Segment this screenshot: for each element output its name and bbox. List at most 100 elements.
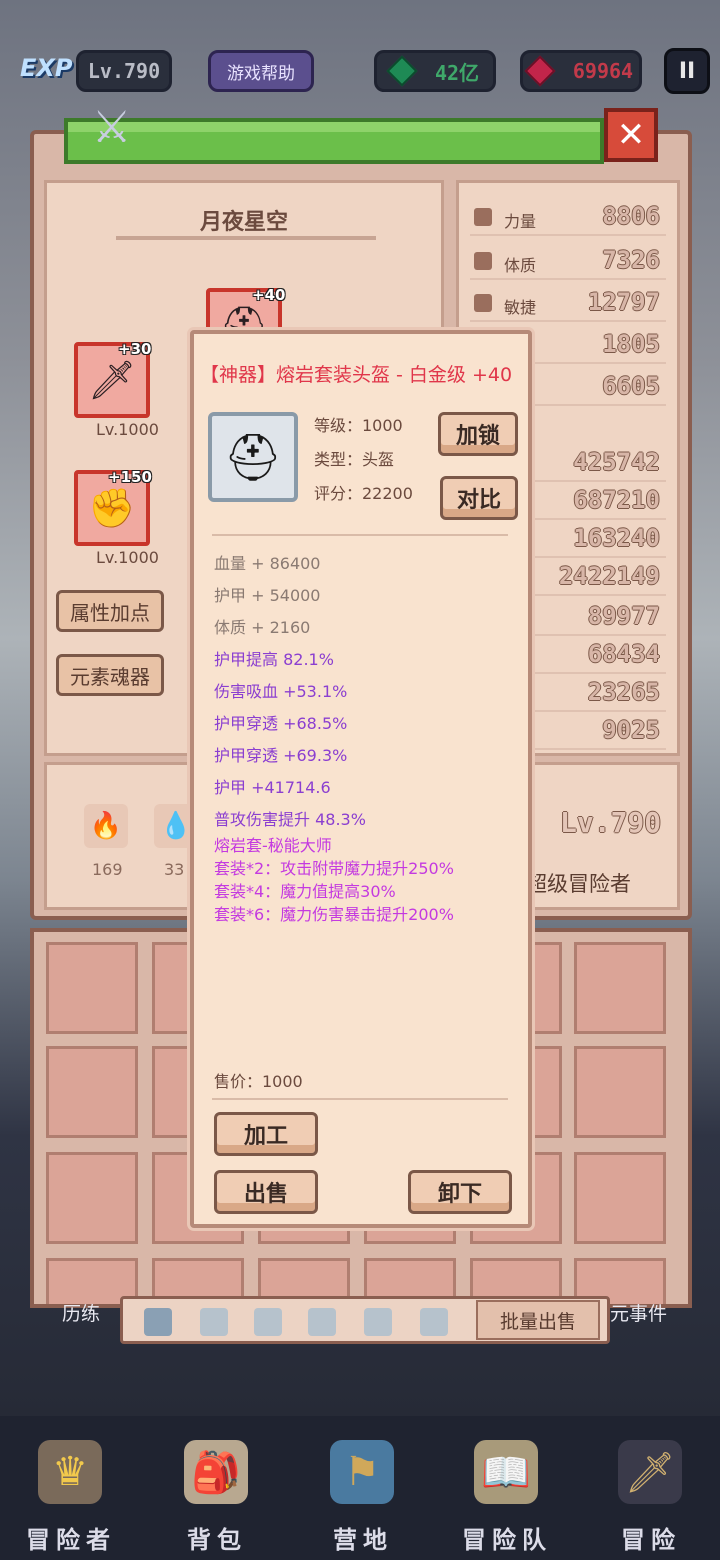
lock-button[interactable]: 加锁 [438,412,518,456]
ruby-counter: 69964 [520,50,642,92]
gloves-enhance: +150 [108,468,152,486]
ruby-icon [524,55,556,87]
stat-value: 425742 [573,448,660,476]
heart-icon [474,252,492,270]
tab-weapon-icon[interactable] [144,1308,172,1336]
item-score: 评分：22200 [314,484,413,503]
game-help-button[interactable]: 游戏帮助 [208,50,314,92]
book-icon: 📖 [474,1440,538,1504]
stat-value: 687210 [573,486,660,514]
inventory-cell[interactable] [574,1152,666,1244]
bonus-attr: 护甲穿透 +68.5% [214,714,348,733]
stat-value: 12797 [587,288,660,316]
bonus-attr: 护甲 +41714.6 [214,778,331,797]
nav-label: 冒险者 [26,1526,116,1554]
stat-name: 敏捷 [504,298,537,317]
tab-ring-icon[interactable] [420,1308,448,1336]
set-attr: 套装*6：魔力伤害暴击提升200% [214,905,454,924]
bulk-sell-button[interactable]: 批量出售 [476,1300,600,1340]
side-tab-left[interactable]: 历练 [62,1292,100,1332]
stat-row: 力量 8806 [470,200,666,236]
compare-button[interactable]: 对比 [440,476,518,520]
nav-team[interactable]: 📖 冒险队 [442,1420,562,1556]
bonus-attr: 护甲穿透 +69.3% [214,746,348,765]
stat-name: 体质 [504,256,537,275]
gauntlet-icon: ✊ [88,485,136,530]
nav-backpack[interactable]: 🎒 背包 [152,1420,272,1556]
sell-button[interactable]: 出售 [214,1170,318,1214]
process-button[interactable]: 加工 [214,1112,318,1156]
base-attr: 血量 + 86400 [214,554,321,573]
gloves-level: Lv.1000 [96,548,159,567]
item-title: 【神器】熔岩套装头盔 - 白金级 +40 [200,364,513,386]
backpack-icon: 🎒 [184,1440,248,1504]
exp-icon: EXP [20,54,73,82]
base-attr: 体质 + 2160 [214,618,311,637]
tab-helmet-icon[interactable] [254,1308,282,1336]
water-element-count: 33 [164,860,185,879]
hero-level: Lv.790 [560,806,662,839]
helmet-item-icon: ⛑ [208,412,298,502]
crown-icon: ♛ [38,1440,102,1504]
banner-icon: ⚑ [330,1440,394,1504]
stat-value: 8806 [602,202,660,230]
item-type: 类型：头盔 [314,450,395,469]
close-button[interactable]: ✕ [604,108,658,162]
crossed-swords-icon: ⚔ [92,102,132,153]
side-tab-right[interactable]: 元事件 [610,1292,667,1332]
inventory-cell[interactable] [574,942,666,1034]
inventory-cell[interactable] [46,942,138,1034]
sword-icon: 🗡 [87,357,137,402]
stat-value: 1805 [602,330,660,358]
nav-label: 背包 [187,1526,247,1554]
weapon-level: Lv.1000 [96,420,159,439]
attribute-points-button[interactable]: 属性加点 [56,590,164,632]
panel-header-bar [64,118,604,164]
boot-icon [474,294,492,312]
unequip-button[interactable]: 卸下 [408,1170,512,1214]
bonus-attr: 护甲提高 82.1% [214,650,334,669]
set-name-divider [116,236,376,240]
pause-button[interactable]: II [664,48,710,94]
stat-row: 敏捷 12797 [470,286,666,322]
nav-label: 营地 [333,1526,393,1554]
inventory-cell[interactable] [46,1046,138,1138]
stat-value: 163240 [573,524,660,552]
set-name: 月夜星空 [199,210,288,235]
divider [212,534,508,536]
tab-armor-icon[interactable] [200,1308,228,1336]
stat-value: 6605 [602,372,660,400]
player-level: Lv.790 [76,50,172,92]
weapon-enhance: +30 [118,340,152,358]
divider [212,1098,508,1100]
ruby-value: 69964 [572,59,634,83]
set-attr: 套装*4：魔力值提高30% [214,882,396,901]
nav-camp[interactable]: ⚑ 营地 [298,1420,418,1556]
nav-adventure[interactable]: 🗡 冒险 [586,1420,706,1556]
item-level: 等级：1000 [314,416,403,435]
set-attr: 套装*2：攻击附带魔力提升250% [214,859,454,878]
sword-nav-icon: 🗡 [618,1440,682,1504]
tab-pants-icon[interactable] [364,1308,392,1336]
stat-value: 7326 [602,246,660,274]
inventory-cell[interactable] [46,1152,138,1244]
stat-value: 2422149 [558,562,660,590]
base-attr: 护甲 + 54000 [214,586,321,605]
nav-label: 冒险 [621,1526,681,1554]
emerald-value: 42亿 [434,60,480,85]
nav-adventurer[interactable]: ♛ 冒险者 [6,1420,126,1556]
helmet-enhance: +40 [252,286,286,304]
bonus-attr: 伤害吸血 +53.1% [214,682,348,701]
bonus-attr: 普攻伤害提升 48.3% [214,810,366,829]
hero-rank: 超级冒险者 [526,872,631,896]
stat-value: 23265 [587,678,660,706]
emerald-counter: 42亿 [374,50,496,92]
stat-value: 68434 [587,640,660,668]
nav-label: 冒险队 [462,1526,552,1554]
set-attr: 熔岩套-秘能大师 [214,836,332,855]
inventory-cell[interactable] [574,1046,666,1138]
element-soul-button[interactable]: 元素魂器 [56,654,164,696]
fire-element-icon[interactable]: 🔥 [84,804,128,848]
stat-value: 89977 [587,602,660,630]
tab-boots-icon[interactable] [308,1308,336,1336]
